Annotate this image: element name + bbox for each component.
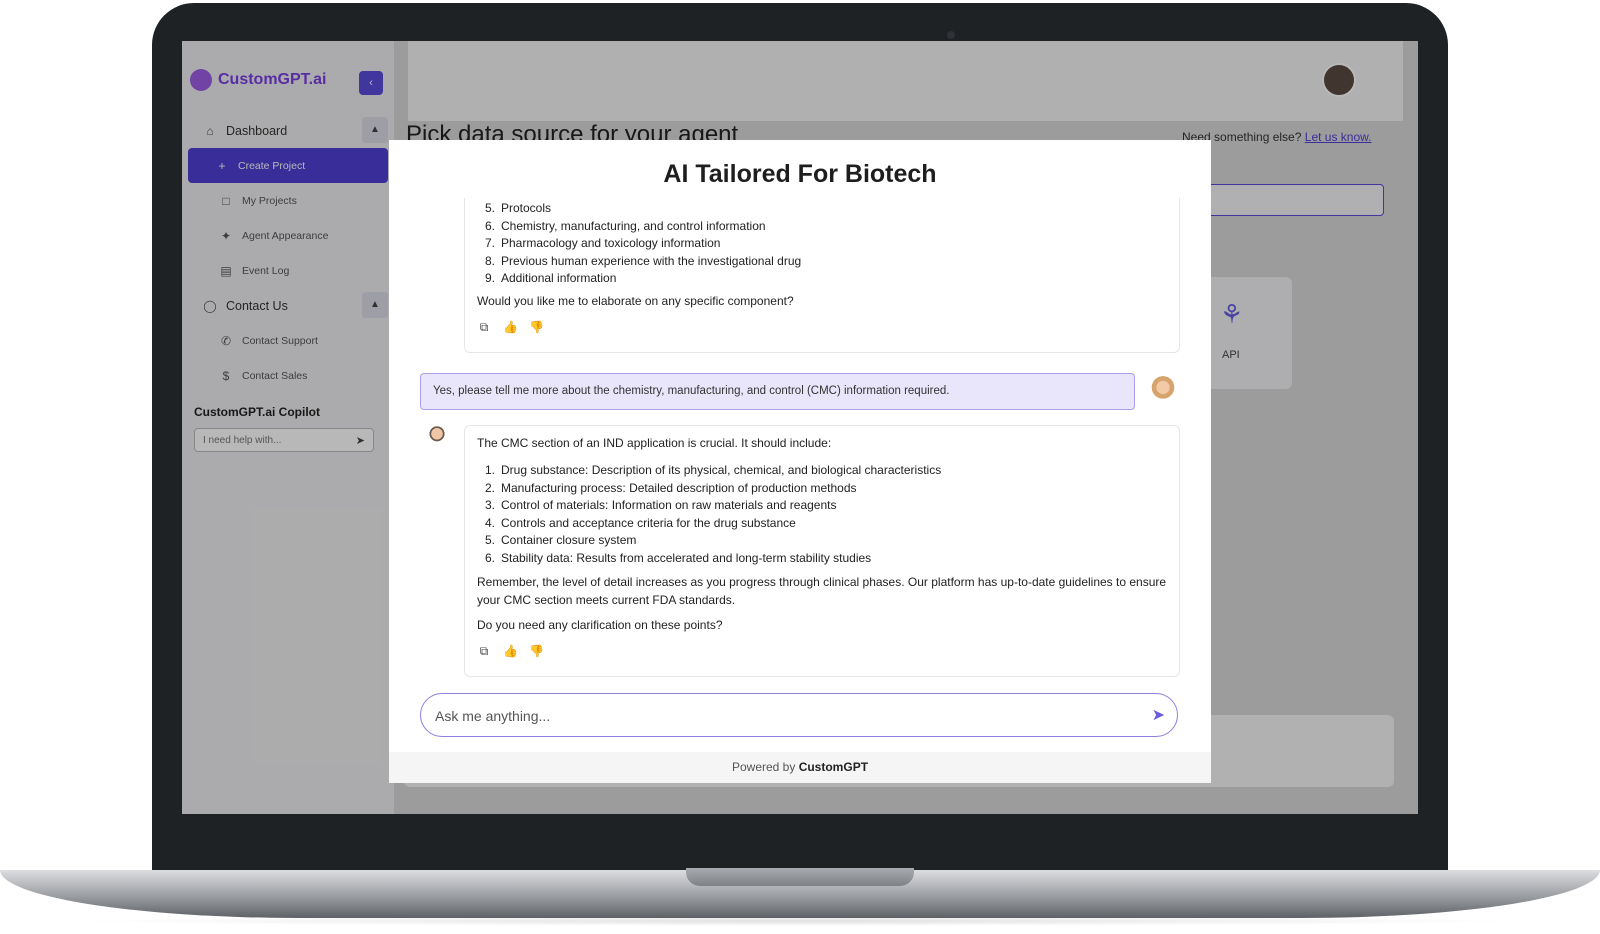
bot-question: Would you like me to elaborate on any sp… — [477, 294, 794, 308]
bot-question: Do you need any clarification on these p… — [477, 618, 723, 632]
thumbs-up-icon[interactable]: 👍 — [503, 320, 518, 334]
chat-modal: AI Tailored For Biotech 5. Protocols 6. Ch… — [389, 140, 1211, 783]
list-item: 8. Previous human experience with the inv… — [484, 253, 802, 268]
list-item: 4. Controls and acceptance criteria for t… — [484, 515, 796, 530]
chat-input-bar: ➤ — [420, 693, 1178, 737]
numbered-list: 1. Drug substance: Description of its phy… — [477, 462, 941, 568]
numbered-list: 5. Protocols 6. Chemistry, manufacturing, … — [477, 200, 801, 288]
modal-title: AI Tailored For Biotech — [663, 160, 937, 188]
message-actions: ⧉ 👍 👎 — [477, 644, 544, 658]
copy-icon[interactable]: ⧉ — [477, 320, 491, 334]
send-icon[interactable]: ➤ — [1152, 705, 1165, 725]
bot-avatar — [425, 424, 449, 452]
list-item: 6. Stability data: Results from accelerat… — [484, 550, 872, 565]
copy-icon[interactable]: ⧉ — [477, 644, 491, 658]
laptop-notch — [686, 868, 914, 886]
list-item: 5. Container closure system — [484, 533, 637, 548]
bot-message: 5. Protocols 6. Chemistry, manufacturing, … — [464, 198, 1180, 353]
user-avatar — [1149, 376, 1177, 406]
user-message: Yes, please tell me more about the chemi… — [420, 373, 1135, 410]
powered-brand[interactable]: CustomGPT — [799, 760, 868, 774]
thumbs-down-icon[interactable]: 👎 — [529, 644, 544, 658]
list-item: 5. Protocols — [484, 201, 552, 215]
powered-by: Powered by CustomGPT — [389, 760, 1211, 774]
message-actions: ⧉ 👍 👎 — [477, 320, 544, 334]
camera — [947, 31, 955, 39]
list-item: 1. Drug substance: Description of its phy… — [484, 463, 942, 477]
bot-message: The CMC section of an IND application is… — [464, 425, 1180, 677]
list-item: 3. Control of materials: Information on r… — [484, 498, 837, 513]
thumbs-up-icon[interactable]: 👍 — [503, 644, 518, 658]
list-item: 6. Chemistry, manufacturing, and control … — [484, 218, 766, 233]
list-item: 9. Additional information — [484, 271, 617, 286]
list-item: 7. Pharmacology and toxicology informatio… — [484, 236, 721, 251]
powered-prefix: Powered by — [731, 760, 796, 774]
bot-remember-text: Remember, the level of detail increases … — [477, 575, 1167, 607]
bot-intro: The CMC section of an IND application is… — [477, 436, 832, 450]
list-item: 2. Manufacturing process: Detailed descri… — [484, 480, 857, 495]
laptop-shadow — [70, 916, 1530, 926]
chat-input[interactable] — [433, 694, 1117, 737]
thumbs-down-icon[interactable]: 👎 — [529, 320, 544, 334]
